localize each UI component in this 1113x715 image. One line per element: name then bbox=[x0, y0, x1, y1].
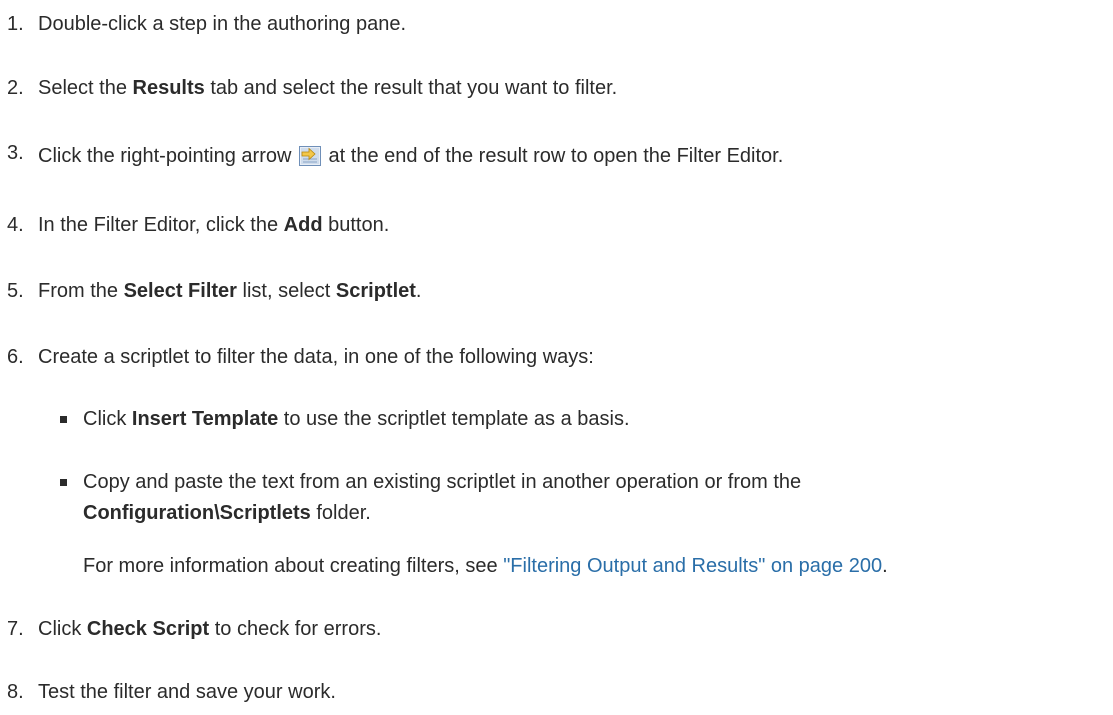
step-number: 3. bbox=[7, 142, 24, 164]
more-info-pre: For more information about creating filt… bbox=[83, 555, 504, 577]
step-number: 7. bbox=[7, 618, 24, 640]
insert-template-label: Insert Template bbox=[131, 408, 279, 430]
step-text: From the Select Filter list, select Scri… bbox=[38, 279, 421, 303]
step-text-pre: From the bbox=[38, 280, 124, 302]
filtering-output-link[interactable]: "Filtering Output and Results" on page 2… bbox=[503, 555, 882, 577]
select-filter-label: Select Filter bbox=[123, 280, 237, 302]
scriptlet-label: Scriptlet bbox=[335, 280, 416, 302]
step-text-pre: In the Filter Editor, click the bbox=[38, 214, 284, 236]
step-text-pre: Select the bbox=[38, 77, 133, 99]
step-number: 5. bbox=[7, 280, 24, 302]
step-text: Click the right-pointing arrow at the en… bbox=[38, 144, 783, 168]
bullet-text-post: to use the scriptlet template as a basis… bbox=[278, 408, 630, 430]
bullet-marker bbox=[60, 416, 67, 423]
step-number: 8. bbox=[7, 681, 24, 703]
bullet-text-pre: Click bbox=[83, 408, 132, 430]
more-info-post: . bbox=[882, 555, 888, 577]
right-arrow-filter-icon bbox=[299, 146, 321, 166]
step-number: 4. bbox=[7, 214, 24, 236]
step-text: Double-click a step in the authoring pan… bbox=[38, 13, 407, 35]
step-text: Test the filter and save your work. bbox=[38, 681, 336, 703]
step-text-pre: Click the right-pointing arrow bbox=[38, 145, 292, 167]
step-number: 6. bbox=[7, 346, 24, 368]
bullet-text-line2: Configuration\Scriptlets folder. bbox=[83, 501, 371, 525]
step-text-pre: Click bbox=[38, 618, 87, 640]
step-number: 2. bbox=[7, 77, 24, 99]
configuration-scriptlets-label: Configuration\Scriptlets bbox=[83, 502, 311, 524]
step-text-mid: list, select bbox=[236, 280, 336, 302]
step-text: Create a scriptlet to filter the data, i… bbox=[38, 346, 594, 368]
step-text-post: to check for errors. bbox=[209, 618, 382, 640]
step-text: Click Check Script to check for errors. bbox=[38, 617, 381, 641]
step-text-post: . bbox=[415, 280, 422, 302]
step-number: 1. bbox=[7, 13, 24, 35]
bullet-text: Click Insert Template to use the scriptl… bbox=[83, 407, 630, 431]
step-text: In the Filter Editor, click the Add butt… bbox=[38, 213, 389, 237]
results-tab-label: Results bbox=[132, 77, 205, 99]
step-text: Select the Results tab and select the re… bbox=[38, 76, 617, 100]
step-text-post: button. bbox=[322, 214, 390, 236]
add-button-label: Add bbox=[283, 214, 323, 236]
bullet-text-post: folder. bbox=[310, 502, 371, 524]
more-info-text: For more information about creating filt… bbox=[83, 554, 888, 578]
check-script-label: Check Script bbox=[86, 618, 210, 640]
bullet-text-line1: Copy and paste the text from an existing… bbox=[83, 471, 802, 493]
step-text-post: tab and select the result that you want … bbox=[204, 77, 618, 99]
step-text-post: at the end of the result row to open the… bbox=[323, 145, 784, 167]
bullet-marker bbox=[60, 479, 67, 486]
